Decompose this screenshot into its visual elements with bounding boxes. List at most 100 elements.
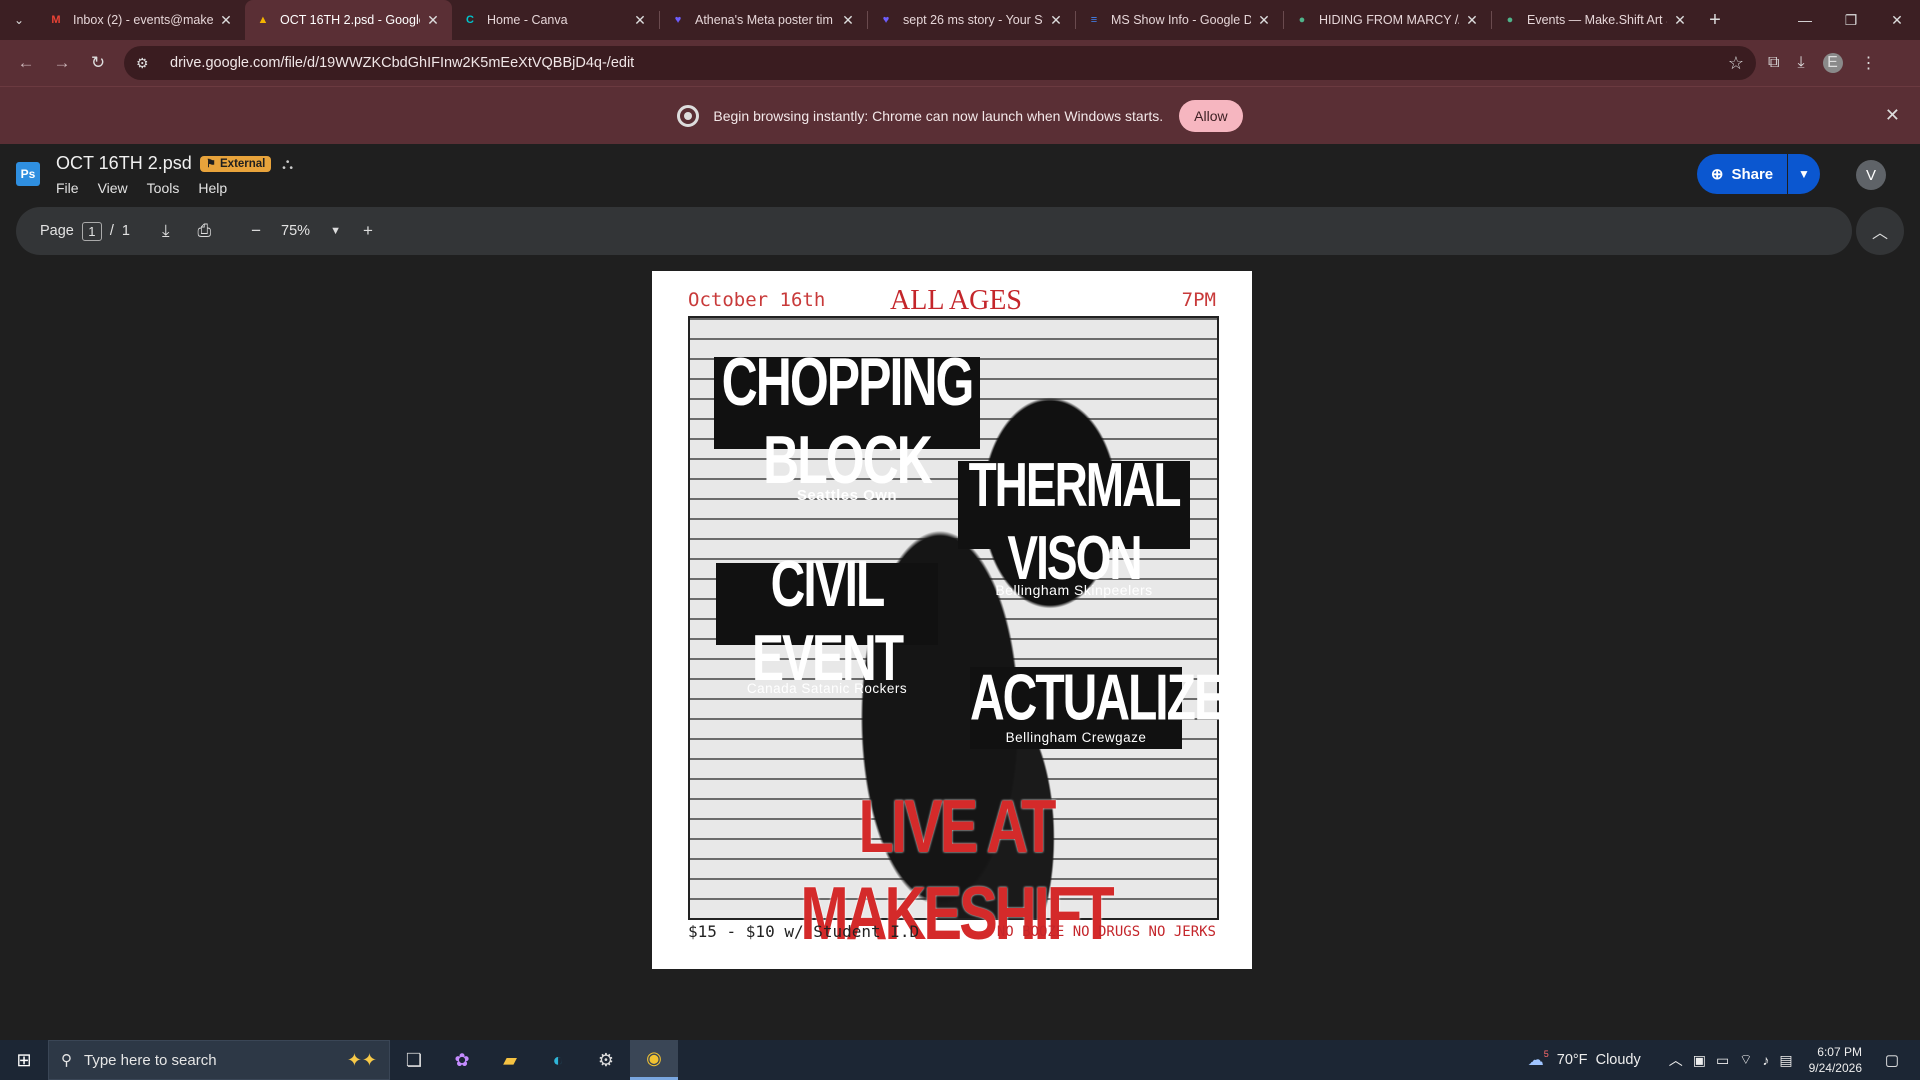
- meet-now-icon[interactable]: ▣: [1693, 1052, 1706, 1069]
- tab-title: Events — Make.Shift Art S: [1527, 13, 1667, 27]
- back-icon[interactable]: ←: [8, 45, 44, 81]
- band-name: CIVIL EVENT: [751, 549, 904, 695]
- chrome-taskbar-icon[interactable]: ◉: [630, 1040, 678, 1080]
- address-bar[interactable]: ⚙ drive.google.com/file/d/19WWZKCbdGhIFI…: [124, 46, 1756, 80]
- menu-view[interactable]: View: [98, 180, 128, 196]
- browser-tab[interactable]: ▲ OCT 16TH 2.psd - Google ✕: [245, 0, 452, 40]
- close-tab-icon[interactable]: ✕: [217, 12, 235, 29]
- close-tab-icon[interactable]: ✕: [1463, 12, 1481, 29]
- close-tab-icon[interactable]: ✕: [424, 12, 442, 29]
- drive-icon: ▲: [257, 14, 269, 26]
- share-dropdown-icon[interactable]: ▼: [1788, 154, 1820, 194]
- taskbar-search-box[interactable]: ⚲ Type here to search ✦✦: [48, 1040, 390, 1080]
- downloads-icon[interactable]: ⤓: [1797, 54, 1804, 72]
- globe-icon: ⊕: [1710, 166, 1724, 183]
- notifications-icon[interactable]: ▢: [1872, 1051, 1912, 1069]
- clock-time: 6:07 PM: [1817, 1045, 1862, 1059]
- forward-icon[interactable]: →: [44, 45, 80, 81]
- tab-title: Home - Canva: [487, 13, 568, 27]
- close-tab-icon[interactable]: ✕: [839, 12, 857, 29]
- minimize-icon[interactable]: —: [1782, 0, 1828, 40]
- page-label: Page: [40, 223, 74, 239]
- avatar[interactable]: V: [1856, 160, 1886, 190]
- page-separator: /: [109, 223, 114, 239]
- viewer-toolbar: Page 1 / 1 ⤓ ⎙ − 75% ▼ +: [16, 207, 1852, 255]
- drive-header: Ps OCT 16TH 2.psd External ⛬ File View T…: [0, 144, 1920, 206]
- allow-button[interactable]: Allow: [1179, 99, 1243, 132]
- close-window-icon[interactable]: ✕: [1874, 0, 1920, 40]
- close-tab-icon[interactable]: ✕: [1255, 12, 1273, 29]
- infobar-message: Begin browsing instantly: Chrome can now…: [713, 107, 1164, 124]
- search-placeholder: Type here to search: [84, 1051, 217, 1069]
- close-tab-icon[interactable]: ✕: [631, 12, 649, 29]
- docs-icon: ≡: [1090, 14, 1098, 26]
- browser-tab[interactable]: M Inbox (2) - events@makes ✕: [38, 0, 245, 40]
- menu-help[interactable]: Help: [198, 180, 227, 196]
- edge-icon[interactable]: ◐: [534, 1040, 582, 1080]
- weather-widget[interactable]: ☁ 5 70°F Cloudy: [1528, 1049, 1641, 1070]
- tab-search-chevron-icon[interactable]: ⌄: [0, 0, 38, 40]
- photoshop-file-icon: Ps: [16, 162, 40, 186]
- browser-tab[interactable]: C Home - Canva ✕: [452, 0, 659, 40]
- collapse-chevron-up-icon[interactable]: ︿: [1856, 207, 1904, 255]
- battery-icon[interactable]: ▭: [1716, 1052, 1729, 1069]
- file-title: OCT 16TH 2.psd: [56, 153, 192, 173]
- task-view-icon[interactable]: ❏: [390, 1040, 438, 1080]
- tab-title: HIDING FROM MARCY //: [1319, 13, 1459, 27]
- bookmark-star-icon[interactable]: ☆: [1728, 53, 1744, 74]
- reload-icon[interactable]: ↻: [80, 45, 116, 81]
- browser-tab[interactable]: ≡ MS Show Info - Google D ✕: [1076, 0, 1283, 40]
- network-icon[interactable]: ⌔: [1739, 1051, 1752, 1069]
- zoom-in-icon[interactable]: +: [363, 221, 373, 241]
- menu-bar: File View Tools Help: [56, 180, 227, 196]
- site-info-icon[interactable]: ⚙: [136, 55, 156, 72]
- clock[interactable]: 6:07 PM 9/24/2026: [1809, 1044, 1862, 1076]
- download-icon[interactable]: ⤓: [162, 221, 170, 241]
- browser-tab[interactable]: ♥ Athena's Meta poster tim ✕: [660, 0, 867, 40]
- close-tab-icon[interactable]: ✕: [1671, 12, 1689, 29]
- browser-tab[interactable]: ● Events — Make.Shift Art S ✕: [1492, 0, 1699, 40]
- menu-tools[interactable]: Tools: [147, 180, 180, 196]
- windows-start-icon[interactable]: ⊞: [0, 1040, 48, 1080]
- zoom-out-icon[interactable]: −: [251, 221, 261, 241]
- show-hidden-icons-chevron-icon[interactable]: ︿: [1669, 1050, 1683, 1070]
- band-block-civil-event: CIVIL EVENT Canada Satanic Rockers: [716, 549, 938, 696]
- copilot-icon[interactable]: ✿: [438, 1040, 486, 1080]
- tab-title: Inbox (2) - events@makes: [73, 13, 213, 27]
- poster-time: 7PM: [1181, 289, 1216, 311]
- meta-heart-icon: ♥: [882, 14, 890, 26]
- restore-icon[interactable]: ❐: [1828, 0, 1874, 40]
- url-text[interactable]: drive.google.com/file/d/19WWZKCbdGhIFInw…: [170, 55, 1728, 71]
- print-icon[interactable]: ⎙: [198, 221, 212, 241]
- poster-date: October 16th: [688, 289, 826, 311]
- page-number-input[interactable]: 1: [81, 221, 102, 241]
- more-menu-icon[interactable]: ⋮: [1861, 53, 1877, 73]
- new-tab-button[interactable]: +: [1699, 9, 1731, 32]
- profile-avatar[interactable]: E: [1822, 53, 1843, 73]
- settings-gear-icon[interactable]: ⚙: [582, 1040, 630, 1080]
- page-total: 1: [121, 223, 130, 239]
- file-explorer-icon[interactable]: ▰: [486, 1040, 534, 1080]
- close-tab-icon[interactable]: ✕: [1047, 12, 1065, 29]
- browser-tab[interactable]: ♥ sept 26 ms story - Your St ✕: [868, 0, 1075, 40]
- close-icon[interactable]: ✕: [1885, 105, 1900, 126]
- tab-title: Athena's Meta poster tim: [695, 13, 833, 27]
- copilot-sparkle-icon: ✦✦: [346, 1049, 377, 1070]
- display-icon[interactable]: ▤: [1779, 1052, 1792, 1069]
- zoom-level[interactable]: 75%: [281, 223, 310, 239]
- chrome-logo-icon: [677, 104, 700, 127]
- add-shortcut-icon[interactable]: ⛬: [282, 156, 293, 174]
- volume-icon[interactable]: ♪: [1762, 1052, 1769, 1068]
- globe-icon: ●: [1298, 14, 1306, 26]
- browser-tab[interactable]: ● HIDING FROM MARCY // ✕: [1284, 0, 1491, 40]
- zoom-dropdown-icon[interactable]: ▼: [330, 225, 341, 237]
- menu-file[interactable]: File: [56, 180, 79, 196]
- tab-title: OCT 16TH 2.psd - Google: [280, 13, 420, 27]
- band-name: CHOPPING BLOCK: [721, 344, 975, 498]
- band-block-actualize: ACTUALIZE! Bellingham Crewgaze: [970, 663, 1240, 749]
- tab-strip: ⌄ M Inbox (2) - events@makes ✕ ▲ OCT 16TH 2.…: [0, 0, 1920, 40]
- browser-toolbar: ← → ↻ ⚙ drive.google.com/file/d/19WWZKCb…: [0, 40, 1920, 86]
- share-button[interactable]: ⊕ Share: [1697, 154, 1787, 194]
- search-icon: ⚲: [61, 1052, 72, 1069]
- extensions-icon[interactable]: ⧉: [1768, 54, 1779, 72]
